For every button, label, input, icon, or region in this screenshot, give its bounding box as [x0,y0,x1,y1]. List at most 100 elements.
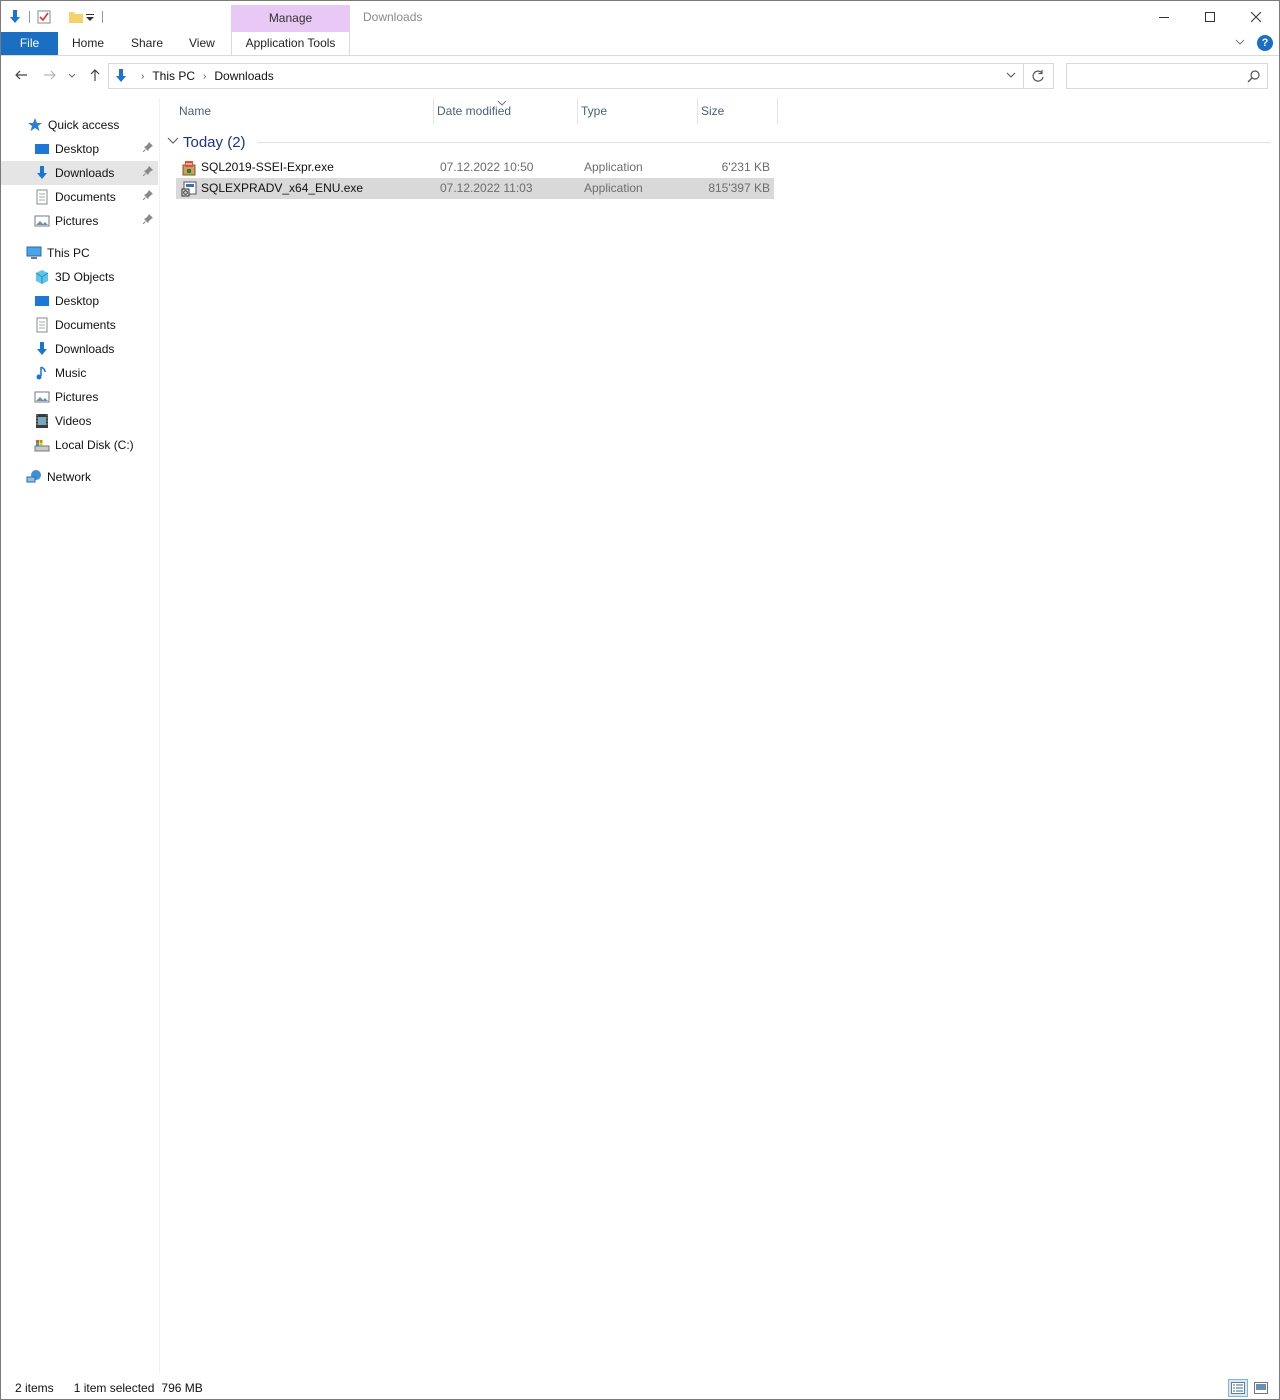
recent-locations-button[interactable] [67,68,77,84]
minimize-button[interactable] [1141,1,1187,32]
ribbon-right-controls: ? [1235,35,1273,51]
file-size: 6'231 KB [721,160,770,174]
nav-pc-documents-label: Documents [55,318,116,332]
file-name: SQL2019-SSEI-Expr.exe [201,160,334,174]
column-name[interactable]: Name [176,98,434,124]
status-selected-size: 796 MB [161,1381,203,1395]
large-icons-view-button[interactable] [1251,1379,1271,1397]
up-button[interactable] [87,68,103,84]
desktop-icon [34,293,50,309]
nav-this-pc-label: This PC [47,246,90,260]
file-size: 815'397 KB [708,181,770,195]
file-name: SQLEXPRADV_x64_ENU.exe [201,181,364,195]
file-list: Name Date modified Type Size Today (2) S… [161,98,1279,1373]
nav-quick-downloads[interactable]: Downloads [1,161,158,185]
expand-ribbon-icon[interactable] [1235,36,1245,50]
column-header: Name Date modified Type Size [176,98,778,124]
window-title: Downloads [363,10,423,24]
nav-pc-videos[interactable]: Videos [1,409,158,433]
large-icons-view-icon [1254,1382,1268,1394]
nav-quick-downloads-label: Downloads [55,166,115,180]
tab-application-tools[interactable]: Application Tools [231,32,350,55]
videos-icon [34,413,50,429]
nav-quick-pictures[interactable]: Pictures [1,209,158,233]
manage-context-tab[interactable]: Manage [231,5,350,32]
address-dropdown-icon[interactable] [1005,69,1017,81]
help-icon[interactable]: ? [1257,35,1273,51]
file-row[interactable]: SQL2019-SSEI-Expr.exe 07.12.2022 10:50 A… [176,157,774,178]
nav-pc-documents[interactable]: Documents [1,313,158,337]
maximize-button[interactable] [1187,1,1233,32]
downloads-location-icon [113,68,129,84]
group-title: Today (2) [183,133,246,151]
file-name-cell: SQLEXPRADV_x64_ENU.exe [176,178,434,199]
music-icon [34,365,50,381]
chevron-down-icon[interactable] [167,135,179,150]
sql-setup-icon [181,181,197,197]
nav-pc-pictures[interactable]: Pictures [1,385,158,409]
nav-quick-access-label: Quick access [48,118,120,132]
search-icon[interactable] [1247,69,1261,83]
tab-file[interactable]: File [1,32,58,55]
pin-icon[interactable] [142,214,154,226]
refresh-button[interactable] [1023,63,1054,89]
breadcrumb-this-pc[interactable]: This PC [152,69,195,83]
pin-icon[interactable] [142,190,154,202]
nav-this-pc[interactable]: This PC [1,241,158,265]
nav-quick-documents[interactable]: Documents [1,185,158,209]
search-box[interactable] [1066,63,1268,89]
address-bar[interactable]: › This PC › Downloads [108,63,1024,89]
view-switcher [1228,1379,1271,1397]
back-button[interactable] [13,68,29,84]
nav-quick-desktop[interactable]: Desktop [1,137,158,161]
column-date-modified[interactable]: Date modified [434,98,578,124]
tab-share[interactable]: Share [119,32,175,55]
3d-objects-icon [34,269,50,285]
network-icon [26,469,42,485]
breadcrumb: › This PC › Downloads [113,64,274,88]
tab-view[interactable]: View [177,32,227,55]
pictures-icon [34,213,50,229]
file-type: Application [584,160,643,174]
nav-pc-desktop[interactable]: Desktop [1,289,158,313]
nav-pc-desktop-label: Desktop [55,294,100,308]
installer-icon [181,160,197,176]
properties-icon[interactable] [36,9,52,25]
nav-local-disk[interactable]: Local Disk (C:) [1,433,158,457]
tab-home[interactable]: Home [60,32,116,55]
nav-3d-objects[interactable]: 3D Objects [1,265,158,289]
nav-3d-objects-label: 3D Objects [55,270,115,284]
breadcrumb-downloads[interactable]: Downloads [214,69,273,83]
details-view-button[interactable] [1228,1379,1248,1397]
star-icon [27,117,43,133]
column-size[interactable]: Size [698,98,778,124]
customize-qat-icon[interactable] [84,9,96,25]
new-folder-icon[interactable] [68,9,84,25]
downloads-folder-icon [7,9,23,25]
group-header-today[interactable]: Today (2) [167,131,1271,153]
close-button[interactable] [1233,1,1279,32]
pictures-icon [34,389,50,405]
nav-pc-music[interactable]: Music [1,361,158,385]
navigation-pane: Quick access Desktop Downloads Documents… [1,98,160,1373]
nav-local-disk-label: Local Disk (C:) [55,438,134,452]
sort-arrow-icon [497,92,507,118]
nav-quick-access[interactable]: Quick access [1,113,158,137]
refresh-icon [1032,70,1044,82]
breadcrumb-separator[interactable]: › [141,71,144,82]
search-input[interactable] [1071,67,1241,85]
pin-icon[interactable] [142,142,154,154]
forward-button[interactable] [42,68,58,84]
column-type[interactable]: Type [578,98,698,124]
downloads-icon [34,165,50,181]
window-controls [1141,1,1279,32]
nav-pc-downloads-label: Downloads [55,342,115,356]
nav-network[interactable]: Network [1,465,158,489]
nav-quick-pictures-label: Pictures [55,214,99,228]
breadcrumb-separator[interactable]: › [203,71,206,82]
title-bar: Manage Downloads [1,1,1279,32]
pin-icon[interactable] [142,166,154,178]
file-row-selected[interactable]: SQLEXPRADV_x64_ENU.exe 07.12.2022 11:03 … [176,178,774,199]
nav-pc-downloads[interactable]: Downloads [1,337,158,361]
